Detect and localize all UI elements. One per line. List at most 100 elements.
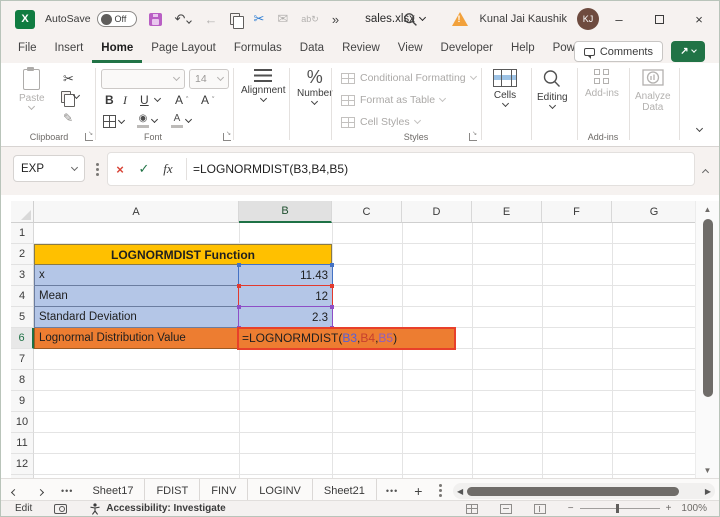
row-header-10[interactable]: 10 — [11, 412, 34, 433]
formula-bar-drag-handle[interactable] — [96, 168, 99, 171]
sheet-tab-sheet21[interactable]: Sheet21 — [313, 478, 377, 503]
avatar[interactable]: KJ — [577, 8, 599, 30]
tab-page-layout[interactable]: Page Layout — [142, 37, 225, 63]
vertical-scroll-thumb[interactable] — [703, 219, 713, 397]
hscroll-right-arrow[interactable]: ▶ — [705, 487, 711, 496]
cell-b4[interactable]: 12 — [237, 284, 334, 309]
column-header-e[interactable]: E — [472, 201, 542, 223]
sheet-tab-fdist[interactable]: FDIST — [145, 478, 201, 503]
sheet-list-dots-right[interactable]: ••• — [386, 486, 398, 496]
accessibility-status[interactable]: Accessibility: Investigate — [106, 503, 226, 514]
cancel-button[interactable]: × — [108, 162, 132, 177]
search-icon[interactable] — [403, 12, 418, 27]
column-header-a[interactable]: A — [34, 201, 239, 223]
formula-input[interactable]: =LOGNORMDIST(B3,B4,B5) — [193, 162, 348, 176]
enter-button[interactable]: ✓ — [132, 161, 156, 177]
cut-icon[interactable]: ✂ — [253, 11, 264, 27]
shrink-font-button[interactable]: Aˇ — [201, 93, 214, 107]
tab-file[interactable]: File — [9, 37, 46, 63]
cell-b5[interactable]: 2.3 — [237, 305, 334, 330]
tab-developer[interactable]: Developer — [432, 37, 502, 63]
name-box[interactable]: EXP — [13, 155, 85, 182]
qat-overflow-button[interactable]: » — [332, 12, 339, 27]
alignment-button[interactable]: Alignment — [241, 69, 285, 103]
maximize-button[interactable] — [639, 1, 679, 37]
upload-warning-icon[interactable] — [451, 12, 468, 26]
normal-view-button[interactable] — [465, 503, 478, 514]
page-layout-view-button[interactable] — [499, 503, 512, 514]
close-button[interactable]: × — [679, 1, 719, 37]
select-all-corner[interactable] — [11, 201, 34, 223]
clipboard-dialog-launcher[interactable]: ↘ — [85, 131, 93, 141]
italic-button[interactable]: I — [123, 93, 127, 108]
sheet-tab-finv[interactable]: FINV — [200, 478, 249, 503]
minimize-button[interactable]: – — [599, 1, 639, 37]
comments-button[interactable]: Comments — [573, 41, 663, 62]
share-button[interactable]: ↗ — [671, 41, 705, 62]
styles-dialog-launcher[interactable]: ↘ — [469, 131, 477, 141]
sheet-tab-sheet17[interactable]: Sheet17 — [81, 478, 146, 503]
row-header-2[interactable]: 2 — [11, 244, 34, 265]
ribbon-copy-button[interactable] — [61, 91, 81, 107]
add-sheet-button[interactable]: + — [414, 483, 422, 499]
row-header-6[interactable]: 6 — [11, 328, 34, 349]
tab-insert[interactable]: Insert — [46, 37, 93, 63]
sheet-options-button[interactable] — [439, 489, 443, 492]
zoom-slider-knob[interactable] — [615, 504, 619, 513]
horizontal-scroll-thumb[interactable] — [467, 486, 679, 496]
cell-a5[interactable]: Standard Deviation — [34, 307, 239, 328]
column-header-g[interactable]: G — [612, 201, 697, 223]
sheet-list-dots-left[interactable]: ••• — [61, 486, 73, 496]
tab-formulas[interactable]: Formulas — [225, 37, 291, 63]
row-header-4[interactable]: 4 — [11, 286, 34, 307]
ribbon-cut-icon[interactable]: ✂ — [63, 71, 74, 87]
sheet-tab-loginv[interactable]: LOGINV — [248, 478, 313, 503]
scroll-up-arrow[interactable]: ▲ — [696, 205, 719, 214]
hscroll-left-arrow[interactable]: ◀ — [457, 487, 463, 496]
copy-icon[interactable] — [230, 13, 245, 29]
cell-a2-title[interactable]: LOGNORMDIST Function — [34, 244, 332, 265]
bold-button[interactable]: B — [105, 93, 114, 107]
row-header-8[interactable]: 8 — [11, 370, 34, 391]
underline-dropdown[interactable] — [153, 94, 162, 103]
zoom-in-button[interactable]: + — [666, 503, 672, 514]
font-dialog-launcher[interactable]: ↘ — [223, 131, 231, 141]
row-header-5[interactable]: 5 — [11, 307, 34, 328]
row-header-12[interactable]: 12 — [11, 454, 34, 475]
borders-button[interactable] — [103, 115, 126, 128]
tab-data[interactable]: Data — [291, 37, 333, 63]
tab-home[interactable]: Home — [92, 37, 143, 63]
grow-font-button[interactable]: Aˆ — [175, 93, 188, 107]
cell-a4[interactable]: Mean — [34, 286, 239, 307]
cells-button[interactable]: Cells — [493, 69, 517, 108]
autosave-toggle[interactable]: Off — [96, 11, 137, 27]
column-header-f[interactable]: F — [542, 201, 612, 223]
insert-function-button[interactable]: fx — [156, 161, 180, 177]
save-icon[interactable] — [148, 12, 162, 26]
fill-color-button[interactable]: ◉ — [137, 113, 159, 128]
row-header-11[interactable]: 11 — [11, 433, 34, 454]
macro-record-icon[interactable] — [54, 503, 68, 514]
column-header-d[interactable]: D — [402, 201, 472, 223]
page-break-view-button[interactable] — [533, 503, 546, 514]
vertical-scrollbar[interactable]: ▲ ▼ — [695, 201, 719, 478]
prev-sheet-button[interactable] — [1, 482, 27, 500]
font-color-button[interactable]: A — [171, 113, 193, 128]
tab-review[interactable]: Review — [333, 37, 389, 63]
underline-button[interactable]: U — [140, 93, 149, 107]
column-header-b[interactable]: B — [239, 201, 332, 223]
scroll-down-arrow[interactable]: ▼ — [696, 466, 719, 475]
zoom-level[interactable]: 100% — [681, 503, 707, 514]
row-header-3[interactable]: 3 — [11, 265, 34, 286]
number-button[interactable]: % Number — [297, 68, 333, 106]
undo-button[interactable]: ↶ — [175, 11, 193, 27]
expand-formula-bar-chevron[interactable] — [701, 168, 710, 177]
row-header-9[interactable]: 9 — [11, 391, 34, 412]
next-sheet-button[interactable] — [27, 482, 53, 500]
cell-a3[interactable]: x — [34, 265, 239, 286]
format-painter-icon[interactable]: ✎ — [63, 111, 76, 125]
editing-button[interactable]: Editing — [537, 69, 568, 110]
cell-a6[interactable]: Lognormal Distribution Value — [34, 328, 239, 349]
row-header-7[interactable]: 7 — [11, 349, 34, 370]
horizontal-scrollbar[interactable]: ◀ ▶ — [453, 483, 715, 499]
